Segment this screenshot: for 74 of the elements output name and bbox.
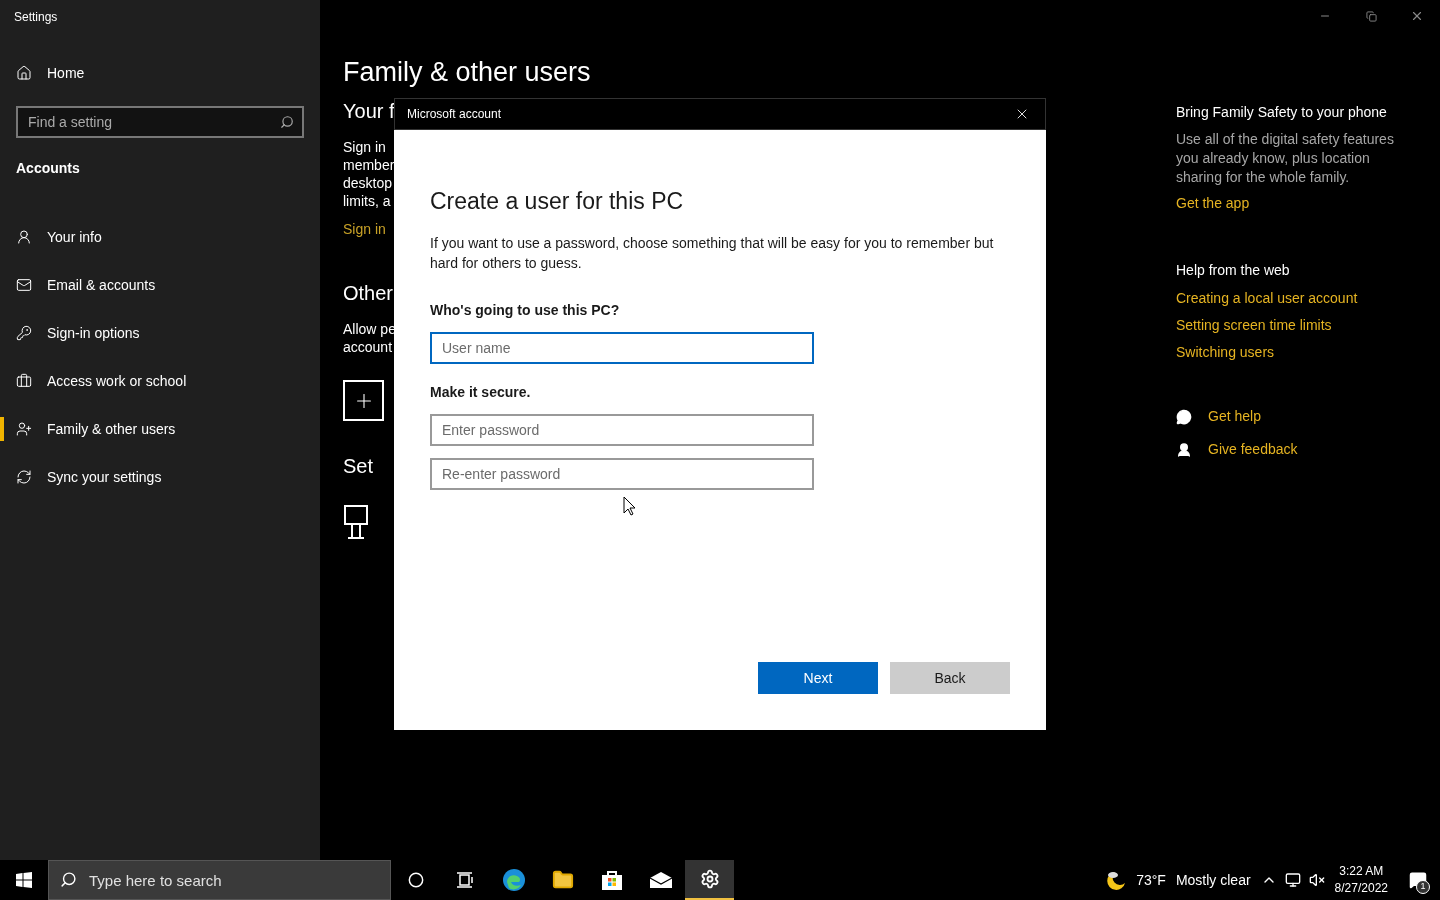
field-label: Who's going to use this PC? — [430, 300, 621, 320]
moon-cloud-icon — [1105, 869, 1128, 891]
next-button[interactable]: Next — [758, 662, 878, 694]
section-heading: Your f — [343, 99, 394, 124]
input-field[interactable]: Enter password — [430, 413, 814, 446]
sidebar-item-icon — [16, 421, 32, 437]
task-view-icon — [455, 872, 474, 888]
taskbar-search-field[interactable]: Type here to search — [48, 860, 391, 900]
kiosk-icon — [343, 505, 369, 539]
dialog-heading: Create a user for this PC — [430, 187, 685, 216]
home-link[interactable]: Home — [16, 54, 304, 92]
sidebar-item-icon — [16, 469, 32, 485]
search-icon — [280, 115, 294, 129]
sign-in-link[interactable]: Sign in — [343, 219, 394, 240]
section-heading: Other — [343, 281, 394, 306]
help-action-link[interactable]: Get help — [1176, 406, 1261, 427]
promo-text: Use all of the digital safety features you already know, plus location sharing for the whole family. — [1176, 130, 1395, 187]
sidebar-item[interactable]: Your info — [16, 226, 102, 248]
add-user-button[interactable] — [343, 380, 384, 421]
mail-icon — [648, 871, 673, 889]
browser-icon — [501, 868, 526, 892]
search-field[interactable]: Find a setting — [16, 106, 304, 138]
network-icon[interactable] — [1284, 872, 1301, 888]
notification-button[interactable]: 1 — [1396, 860, 1440, 900]
cortana-icon — [407, 872, 424, 888]
help-link[interactable]: Setting screen time limits — [1176, 316, 1332, 335]
help-link[interactable]: Switching users — [1176, 343, 1275, 362]
sidebar-item-icon — [16, 277, 32, 293]
question-bubble-icon — [1176, 408, 1192, 425]
sidebar-item[interactable]: Family & other users — [16, 418, 176, 440]
weather-condition: Mostly clear — [1175, 870, 1251, 890]
body-text: account — [343, 338, 394, 356]
sidebar-item[interactable]: Email & accounts — [16, 274, 156, 296]
weather-temperature: 73°F — [1136, 870, 1166, 890]
body-text: desktop — [343, 174, 394, 192]
home-icon — [16, 65, 32, 81]
input-field[interactable]: Re-enter password — [430, 457, 814, 490]
section-heading: Accounts — [16, 159, 81, 178]
clock-date: 8/27/2022 — [1334, 880, 1388, 897]
restore-icon — [1365, 10, 1377, 22]
field-label: Make it secure. — [430, 382, 532, 402]
person-icon — [1176, 441, 1192, 458]
body-text: Sign in — [343, 138, 387, 156]
sidebar-item-icon — [16, 325, 32, 341]
window-title: Settings — [14, 9, 58, 26]
body-text: member — [343, 156, 394, 174]
store-icon — [600, 869, 623, 891]
help-heading: Help from the web — [1176, 261, 1291, 280]
help-action-link[interactable]: Give feedback — [1176, 439, 1298, 460]
notification-count: 1 — [1416, 880, 1430, 894]
get-app-link[interactable]: Get the app — [1176, 193, 1250, 214]
promo-heading: Bring Family Safety to your phone — [1176, 103, 1388, 122]
sidebar-item[interactable]: Sign-in options — [16, 322, 140, 344]
windows-logo-icon — [16, 872, 32, 888]
back-button[interactable]: Back — [890, 662, 1010, 694]
sidebar-item-icon — [16, 229, 32, 245]
help-link[interactable]: Creating a local user account — [1176, 289, 1358, 308]
search-icon — [60, 871, 77, 888]
mouse-cursor-icon — [623, 496, 636, 516]
taskbar-app[interactable] — [685, 860, 734, 900]
folder-icon — [551, 869, 574, 891]
muted-speaker-icon[interactable] — [1308, 872, 1325, 888]
sidebar-item-icon — [16, 373, 32, 389]
section-heading: Set — [343, 454, 375, 479]
clock-time: 3:22 AM — [1339, 863, 1384, 880]
settings-icon — [699, 869, 720, 889]
page-title: Family & other users — [343, 56, 591, 89]
dialog-title: Microsoft account — [407, 106, 502, 123]
close-icon — [1410, 9, 1424, 23]
sidebar-item[interactable]: Access work or school — [16, 370, 187, 392]
sidebar-item[interactable]: Sync your settings — [16, 466, 162, 488]
dialog-intro: If you want to use a password, choose something that will be easy for you to remember but hard for others to guess. — [430, 233, 995, 273]
input-field[interactable]: User name — [430, 331, 814, 364]
body-text: limits, a — [343, 192, 392, 210]
